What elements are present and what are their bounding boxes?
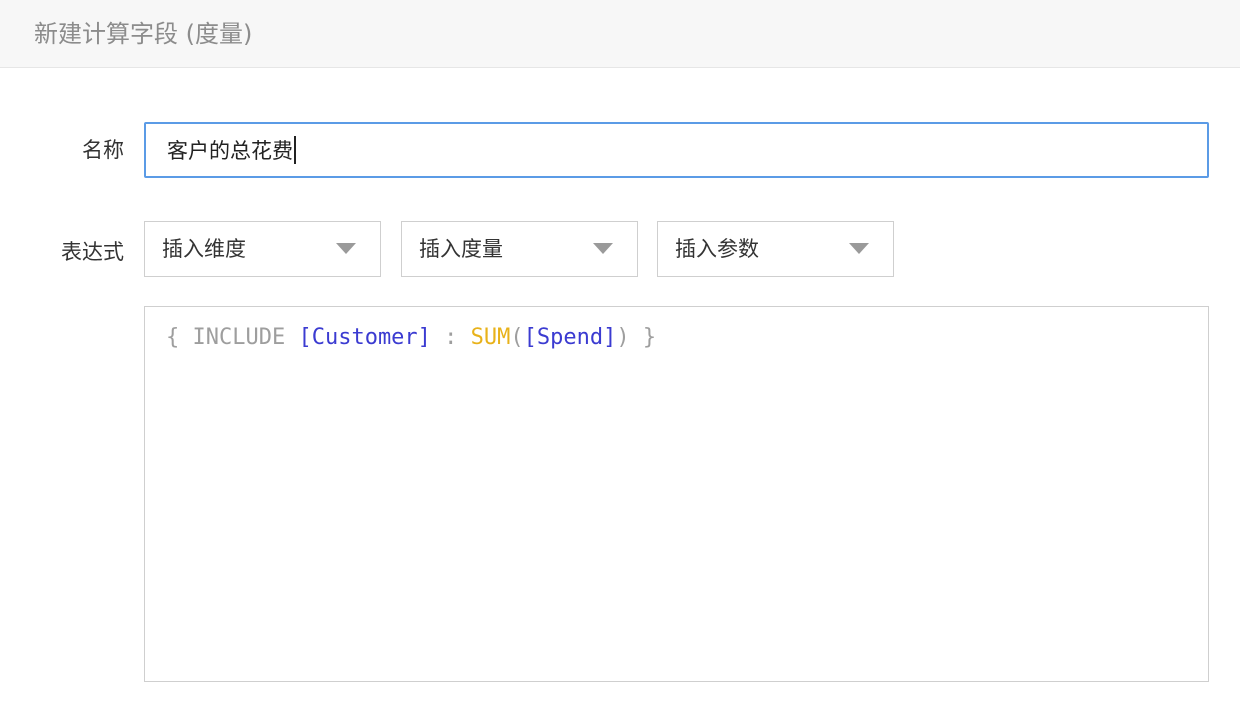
- expression-label: 表达式: [61, 240, 124, 264]
- name-input-text[interactable]: 客户的总花费: [167, 139, 293, 163]
- code-token-brace-open: {: [166, 325, 193, 350]
- insert-dimension-dropdown[interactable]: 插入维度: [144, 221, 381, 277]
- dialog-header: 新建计算字段 (度量): [0, 0, 1240, 68]
- name-input[interactable]: 客户的总花费: [144, 122, 1209, 178]
- code-token-sum-function: SUM: [470, 325, 511, 350]
- insert-measure-label: 插入度量: [419, 237, 503, 261]
- text-cursor: [294, 136, 296, 164]
- insert-parameter-label: 插入参数: [675, 237, 759, 261]
- code-token-paren-brace-close: ) }: [616, 325, 657, 350]
- code-token-colon: :: [430, 325, 471, 350]
- calculated-field-dialog: 新建计算字段 (度量) 名称 客户的总花费 表达式 插入维度 插入度量 插入参数…: [0, 0, 1240, 707]
- code-token-spend-field: [Spend]: [523, 325, 617, 350]
- chevron-down-icon: [593, 243, 613, 254]
- insert-dimension-label: 插入维度: [162, 237, 246, 261]
- chevron-down-icon: [849, 243, 869, 254]
- code-token-include-keyword: INCLUDE: [192, 325, 286, 350]
- expression-editor[interactable]: { INCLUDE [Customer] : SUM([Spend]) }: [144, 306, 1209, 682]
- insert-measure-dropdown[interactable]: 插入度量: [401, 221, 638, 277]
- name-input-value[interactable]: 客户的总花费: [167, 136, 296, 166]
- code-token-customer-field: [Customer]: [298, 325, 431, 350]
- expression-code-line[interactable]: { INCLUDE [Customer] : SUM([Spend]) }: [166, 321, 656, 355]
- code-token-paren-open: (: [510, 325, 524, 350]
- dialog-title: 新建计算字段 (度量): [34, 20, 253, 48]
- name-label: 名称: [82, 138, 124, 162]
- insert-parameter-dropdown[interactable]: 插入参数: [657, 221, 894, 277]
- chevron-down-icon: [336, 243, 356, 254]
